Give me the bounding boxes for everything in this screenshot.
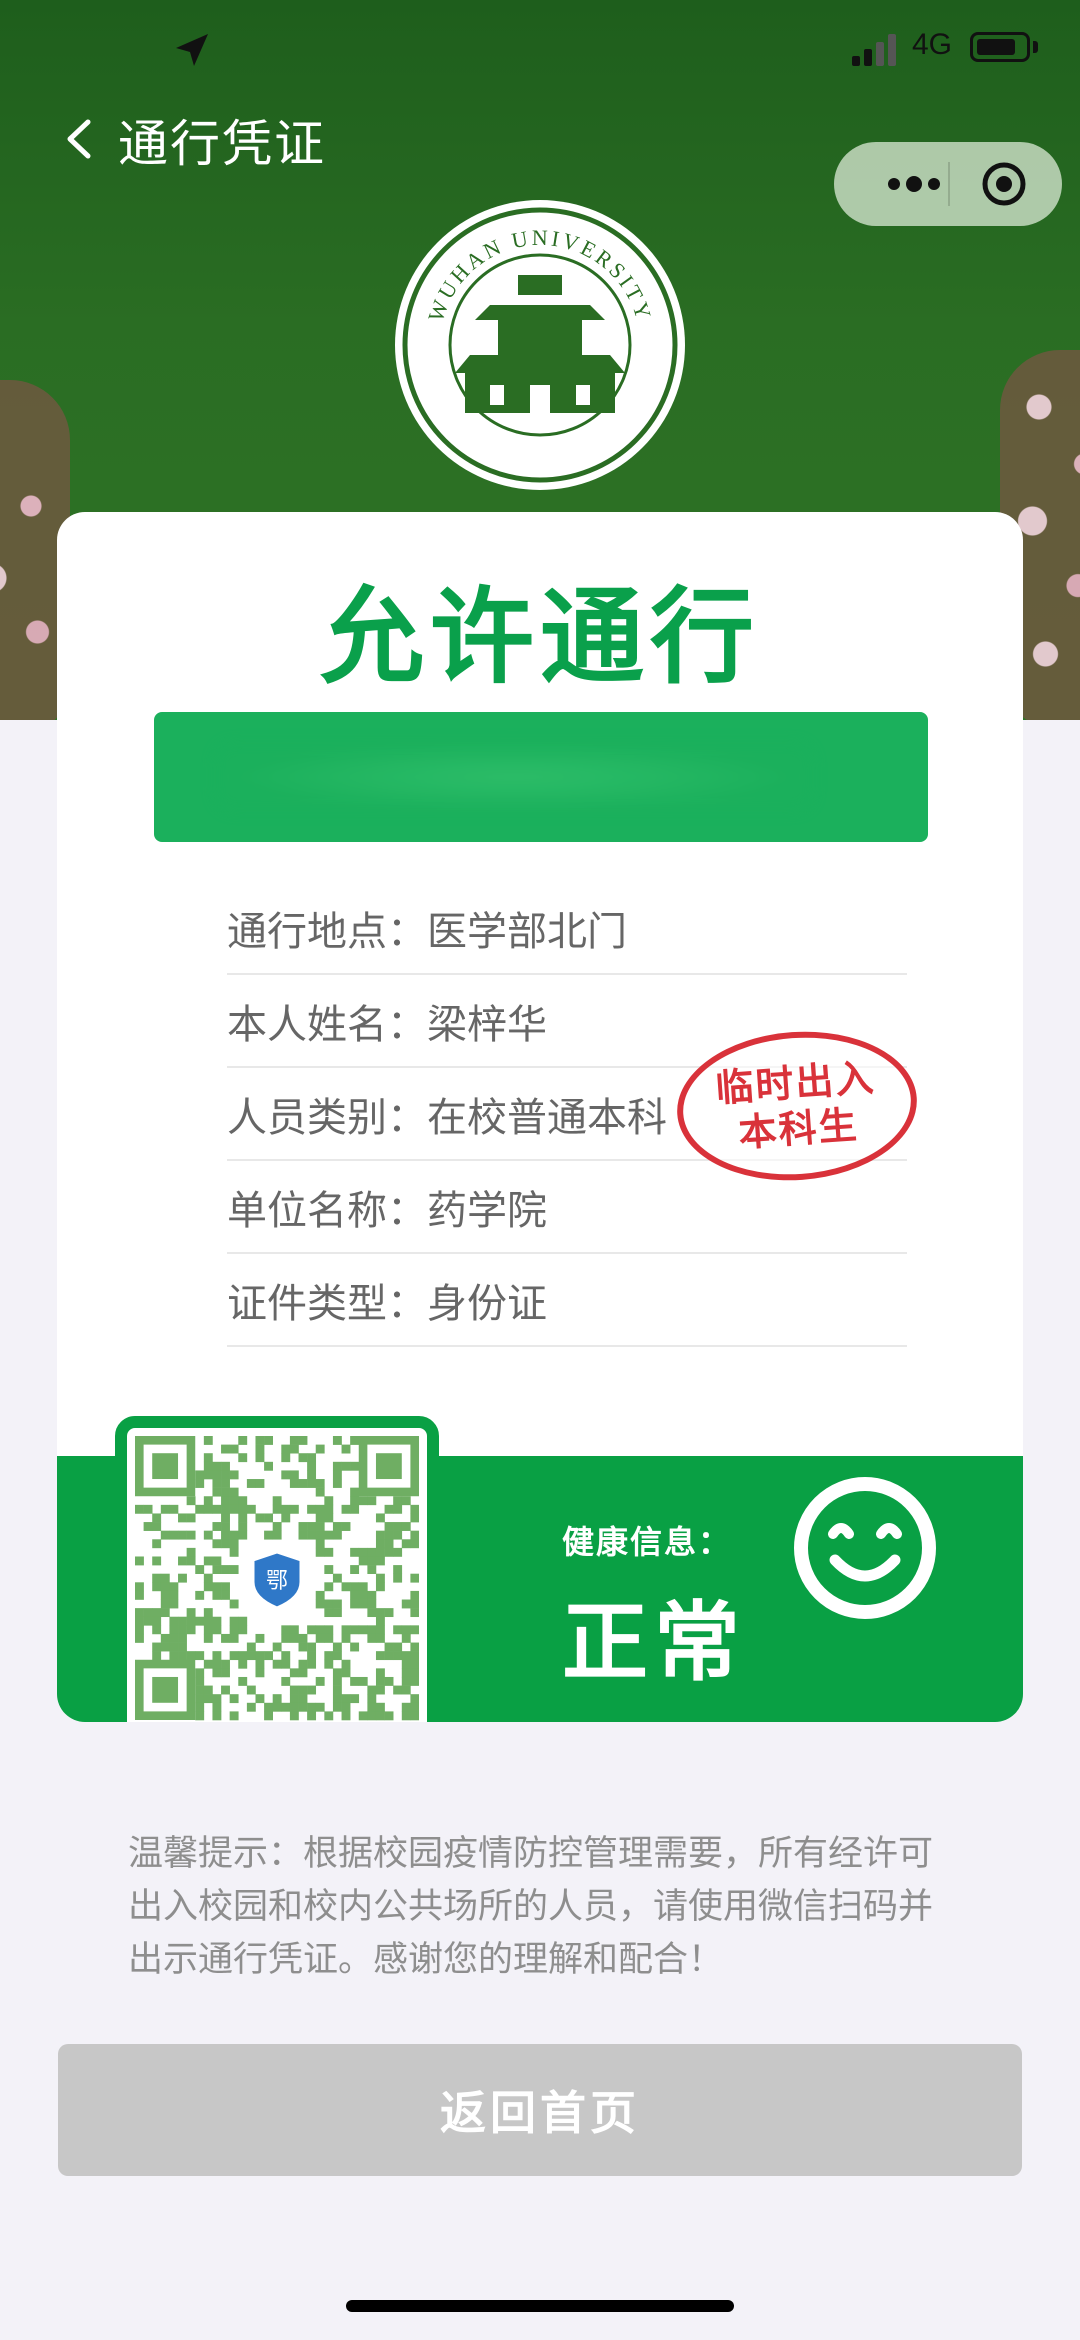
university-logo: WUHAN UNIVERSITY xyxy=(395,200,685,490)
info-row-location: 通行地点： 医学部北门 xyxy=(227,882,907,975)
qr-badge-text: 鄂 xyxy=(266,1569,288,1594)
health-status: 正常 xyxy=(562,1593,746,1693)
info-label: 单位名称： xyxy=(227,1187,427,1234)
battery-icon xyxy=(970,32,1030,62)
stamp-line2: 本科生 xyxy=(737,1102,860,1156)
status-bar: 4G xyxy=(0,0,1080,100)
info-value: 梁梓华 xyxy=(427,1001,547,1048)
name-banner xyxy=(154,712,928,842)
network-type: 4G xyxy=(912,28,953,61)
signal-icon xyxy=(852,34,896,66)
close-miniprogram-icon[interactable] xyxy=(980,160,1028,208)
qr-code: 鄂 xyxy=(115,1416,439,1722)
back-to-home-button[interactable]: 返回首页 xyxy=(58,2044,1022,2176)
info-label: 人员类别： xyxy=(227,1094,427,1141)
blurred-name xyxy=(214,742,814,812)
warm-tip-text: 温馨提示：根据校园疫情防控管理需要，所有经许可出入校园和校内公共场所的人员，请使… xyxy=(128,1834,934,1980)
capsule-divider xyxy=(948,162,950,206)
home-indicator[interactable] xyxy=(346,2300,734,2312)
more-icon[interactable] xyxy=(864,142,984,226)
info-value: 药学院 xyxy=(427,1187,547,1234)
info-label: 本人姓名： xyxy=(227,1001,427,1048)
info-label: 证件类型： xyxy=(227,1280,427,1327)
battery-cap xyxy=(1033,41,1038,53)
smiley-face-icon xyxy=(794,1477,936,1619)
info-value: 身份证 xyxy=(427,1280,547,1327)
info-row-id-type: 证件类型： 身份证 xyxy=(227,1254,907,1347)
info-value: 在校普通本科 xyxy=(427,1094,667,1141)
back-icon[interactable] xyxy=(60,114,100,164)
qr-code-image: 鄂 xyxy=(135,1436,419,1722)
pass-card: 允许通行 通行地点： 医学部北门 本人姓名： 梁梓华 人员类别： 在校普通本科 … xyxy=(57,512,1023,1722)
miniprogram-capsule xyxy=(834,142,1062,226)
page-title: 通行凭证 xyxy=(118,115,326,173)
info-value: 医学部北门 xyxy=(427,908,627,955)
info-label: 通行地点： xyxy=(227,908,427,955)
health-label: 健康信息： xyxy=(562,1523,733,1561)
location-arrow-icon xyxy=(176,34,208,66)
pass-status-title: 允许通行 xyxy=(319,576,760,698)
